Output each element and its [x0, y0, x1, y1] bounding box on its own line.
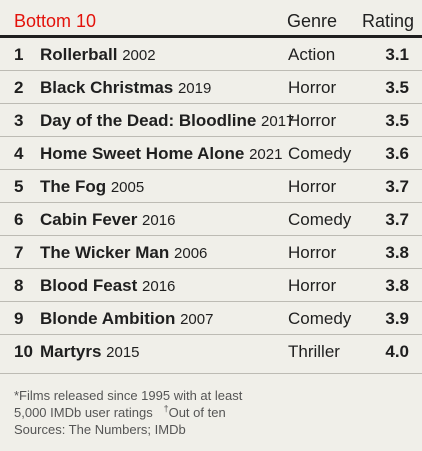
row-genre: Comedy: [288, 309, 352, 328]
row-rank: 5: [14, 177, 24, 196]
row-genre: Horror: [288, 177, 337, 196]
table-row: 9 Blonde Ambition 2007 Comedy 3.9: [0, 302, 422, 335]
row-rating: 3.8: [385, 276, 409, 295]
row-rating: 3.6: [385, 144, 409, 163]
film-year: 2015: [106, 344, 140, 361]
row-film: Blood Feast 2016: [40, 269, 175, 303]
row-rank: 9: [14, 309, 24, 328]
table-row: 1 Rollerball 2002 Action 3.1: [0, 38, 422, 71]
row-rating: 3.1: [385, 45, 409, 64]
row-genre: Comedy: [288, 144, 352, 163]
row-film: The Fog 2005: [40, 170, 144, 204]
row-genre: Comedy: [288, 210, 352, 229]
table-row: 5 The Fog 2005 Horror 3.7: [0, 170, 422, 203]
row-rank: 3: [14, 111, 24, 130]
row-film: The Wicker Man 2006: [40, 236, 207, 270]
table-body: 1 Rollerball 2002 Action 3.1 2 Black Christma…: [0, 38, 422, 368]
film-title: The Fog: [40, 177, 107, 196]
row-film: Cabin Fever 2016: [40, 203, 175, 237]
row-film: Home Sweet Home Alone 2021: [40, 137, 282, 171]
row-rating: 3.7: [385, 210, 409, 229]
film-year: 2016: [142, 212, 176, 229]
film-title: Blonde Ambition: [40, 309, 176, 328]
film-year: 2006: [174, 245, 208, 262]
row-rank: 8: [14, 276, 24, 295]
film-title: Martyrs: [40, 342, 102, 361]
table-row: 4 Home Sweet Home Alone 2021 Comedy 3.6: [0, 137, 422, 170]
film-title: Day of the Dead: Bloodline: [40, 111, 257, 130]
row-film: Martyrs 2015: [40, 335, 140, 369]
footnote: *Films released since 1995 with at least…: [14, 387, 414, 438]
row-rating: 3.7: [385, 177, 409, 196]
table-title: Bottom 10: [14, 11, 97, 31]
row-rating: 3.5: [385, 78, 409, 97]
film-title: Rollerball: [40, 45, 118, 64]
row-film: Blonde Ambition 2007: [40, 302, 213, 336]
row-genre: Thriller: [288, 342, 340, 361]
row-rating: 3.9: [385, 309, 409, 328]
row-film: Rollerball 2002: [40, 38, 156, 72]
row-rating: 3.8: [385, 243, 409, 262]
footnote-ratings-text: 5,000 IMDb user ratings: [14, 405, 153, 420]
film-year: 2005: [110, 179, 145, 196]
table-row: 8 Blood Feast 2016 Horror 3.8: [0, 269, 422, 302]
row-rank: 4: [14, 144, 24, 163]
table-header: Bottom 10 Genre Rating: [14, 8, 414, 34]
footnote-line-2: 5,000 IMDb user ratings †Out of ten: [14, 404, 414, 421]
row-rank: 10: [14, 342, 33, 361]
film-year: 2019: [177, 80, 212, 97]
row-rank: 6: [14, 210, 24, 229]
row-genre: Horror: [288, 276, 337, 295]
row-genre: Horror: [288, 243, 337, 262]
table-row: 10 Martyrs 2015 Thriller 4.0: [0, 335, 422, 368]
film-title: Blood Feast: [40, 276, 138, 295]
film-year: 2007: [180, 311, 214, 328]
table-row: 2 Black Christmas 2019 Horror 3.5: [0, 71, 422, 104]
footnote-line-1: *Films released since 1995 with at least: [14, 388, 243, 403]
row-rank: 7: [14, 243, 24, 262]
row-rating: 3.5: [385, 111, 409, 130]
film-year: 2002: [122, 47, 156, 64]
row-film: Black Christmas 2019: [40, 71, 211, 105]
film-year: 2016: [142, 278, 176, 295]
footnote-sources: Sources: The Numbers; IMDb: [14, 422, 186, 437]
film-year: 2021: [249, 146, 283, 163]
film-title: Cabin Fever: [40, 210, 138, 229]
row-rating: 4.0: [385, 342, 409, 361]
film-title: Home Sweet Home Alone: [40, 144, 245, 163]
table-row: 6 Cabin Fever 2016 Comedy 3.7: [0, 203, 422, 236]
footer-rule: [0, 373, 422, 374]
table-row: 7 The Wicker Man 2006 Horror 3.8: [0, 236, 422, 269]
genre-column-header: Genre: [287, 11, 338, 31]
row-rank: 2: [14, 78, 24, 97]
film-title: Black Christmas: [40, 78, 174, 97]
film-title: The Wicker Man: [40, 243, 170, 262]
footnote-dagger-note: Out of ten: [168, 405, 226, 420]
row-genre: Action: [288, 45, 336, 64]
rating-column-header: Rating: [361, 11, 414, 31]
table-row: 3 Day of the Dead: Bloodline 2017 Horror 3.…: [0, 104, 422, 137]
row-genre: Horror: [288, 111, 337, 130]
row-rank: 1: [14, 45, 24, 64]
row-genre: Horror: [288, 78, 337, 97]
ranking-table: Bottom 10 Genre Rating 1 Rollerball 2002 A…: [0, 0, 422, 451]
row-film: Day of the Dead: Bloodline 2017: [40, 104, 294, 138]
